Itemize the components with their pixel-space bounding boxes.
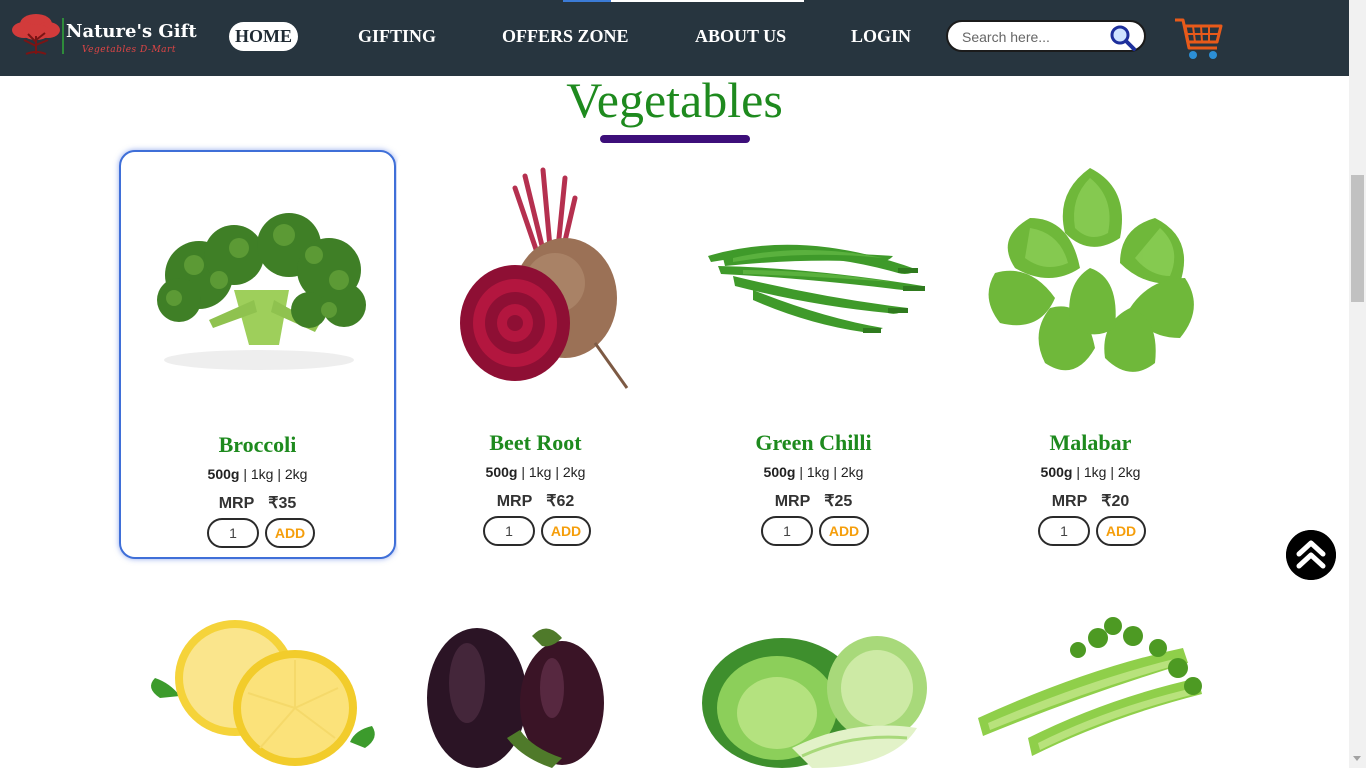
tree-logo-icon [12,14,60,55]
top-strip-accent [563,0,611,2]
weight-option-selected[interactable]: 500g [1041,464,1073,480]
brand-logo[interactable]: Nature's Gift Vegetables D-Mart [10,8,200,64]
price-value: ₹62 [546,493,575,510]
scroll-down-arrow-icon[interactable] [1353,756,1361,761]
product-image-brinjal[interactable] [412,608,652,768]
price-line: MRP ₹62 [397,491,674,511]
title-underline [600,135,750,143]
product-image-beet-root [460,167,629,389]
weight-options-other[interactable]: | 1kg | 2kg [517,464,585,480]
add-to-cart-button[interactable]: ADD [541,516,591,546]
add-to-cart-button[interactable]: ADD [819,516,869,546]
product-image-broccoli [157,213,366,370]
product-name: Broccoli [218,432,297,457]
logo-separator [62,18,64,54]
price-line: MRP ₹20 [952,491,1229,511]
weight-option-selected[interactable]: 500g [208,466,240,482]
search-input[interactable] [962,28,1102,46]
product-image-celery[interactable] [968,608,1208,768]
cart-icon[interactable] [1173,14,1225,62]
mrp-label: MRP [218,495,255,512]
product-card-green-chilli[interactable]: Green Chilli 500g | 1kg | 2kg MRP ₹25 ADD [675,150,952,559]
weight-options: 500g | 1kg | 2kg [952,464,1229,480]
add-to-cart-button[interactable]: ADD [265,518,315,548]
double-chevron-up-icon[interactable] [1286,530,1336,580]
mrp-label: MRP [774,493,811,510]
product-image-cabbage[interactable] [692,608,932,768]
brand-title: Nature's Gift [66,21,197,42]
weight-options-other[interactable]: | 1kg | 2kg [239,466,307,482]
price-line: MRP ₹35 [121,493,394,513]
nav-login[interactable]: LOGIN [851,25,911,47]
weight-options: 500g | 1kg | 2kg [397,464,674,480]
price-value: ₹25 [824,493,853,510]
add-to-cart-button[interactable]: ADD [1096,516,1146,546]
product-name: Malabar [1049,430,1132,455]
product-card-malabar[interactable]: Malabar 500g | 1kg | 2kg MRP ₹20 ADD [952,150,1229,559]
search-box [946,20,1146,52]
weight-options: 500g | 1kg | 2kg [675,464,952,480]
nav-offers-zone[interactable]: OFFERS ZONE [502,25,629,47]
nav-gifting[interactable]: GIFTING [358,25,436,47]
price-value: ₹20 [1101,493,1130,510]
mrp-label: MRP [1051,493,1088,510]
product-image-malabar [988,168,1194,372]
page-title: Vegetables [566,72,783,128]
quantity-input[interactable] [1038,516,1090,546]
weight-options-other[interactable]: | 1kg | 2kg [795,464,863,480]
price-value: ₹35 [268,495,297,512]
product-name: Beet Root [489,430,582,455]
mrp-label: MRP [496,493,533,510]
weight-options-other[interactable]: | 1kg | 2kg [1072,464,1140,480]
product-image-lemon[interactable] [140,608,380,768]
search-icon[interactable] [1108,23,1138,53]
weight-option-selected[interactable]: 500g [486,464,518,480]
nav-about-us[interactable]: ABOUT US [695,25,786,47]
weight-option-selected[interactable]: 500g [764,464,796,480]
quantity-input[interactable] [207,518,259,548]
product-image-green-chilli [708,244,925,333]
product-card-beet-root[interactable]: Beet Root 500g | 1kg | 2kg MRP ₹62 ADD [397,150,674,559]
product-card-broccoli[interactable]: Broccoli 500g | 1kg | 2kg MRP ₹35 ADD [119,150,396,559]
scrollbar-thumb[interactable] [1351,175,1364,302]
quantity-input[interactable] [483,516,535,546]
product-name: Green Chilli [755,430,872,455]
page-scrollbar[interactable] [1349,0,1366,768]
quantity-input[interactable] [761,516,813,546]
top-strip-light [611,0,804,2]
brand-subtitle: Vegetables D-Mart [82,45,176,55]
weight-options: 500g | 1kg | 2kg [121,466,394,482]
price-line: MRP ₹25 [675,491,952,511]
navbar: Nature's Gift Vegetables D-Mart HOME GIF… [0,0,1349,76]
nav-home[interactable]: HOME [229,22,298,51]
